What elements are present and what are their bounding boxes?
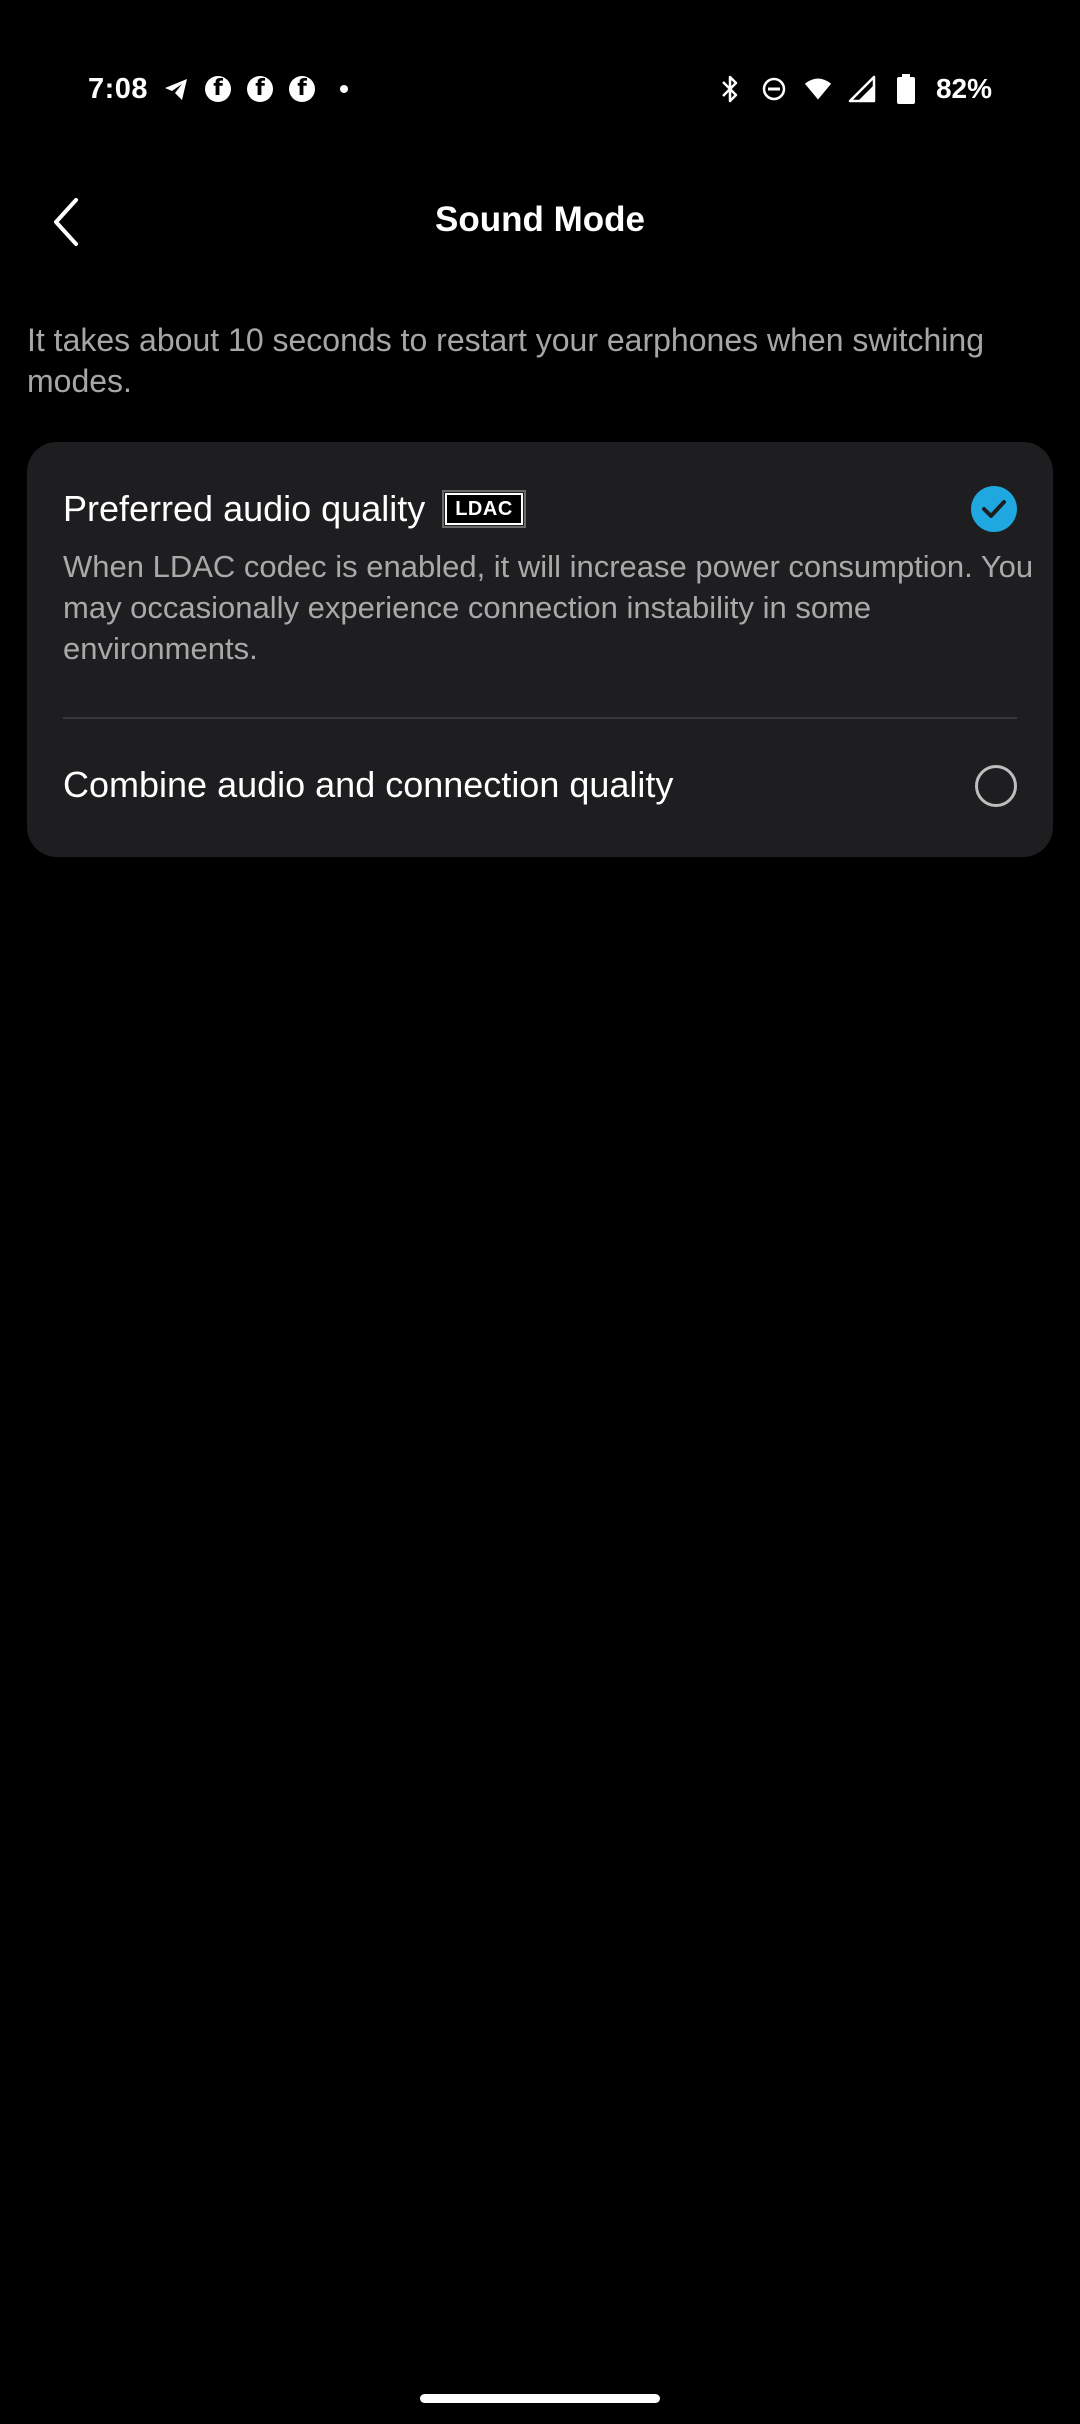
facebook-icon: f [288,75,316,103]
option-title-row: Preferred audio quality LDAC [63,488,526,530]
ldac-badge: LDAC [442,490,526,528]
battery-icon [892,74,920,104]
facebook-icon: f [204,75,232,103]
facebook-icon: f [246,75,274,103]
option-title: Preferred audio quality [63,488,426,529]
sound-mode-options-card: Preferred audio quality LDAC When LDAC c… [27,442,1053,857]
do-not-disturb-icon [760,75,788,103]
header: Sound Mode [0,176,1080,266]
status-time: 7:08 [88,72,149,105]
radio-checked-icon[interactable] [971,486,1017,532]
option-preferred-audio-quality[interactable]: Preferred audio quality LDAC When LDAC c… [27,442,1053,719]
screen: 7:08 f f f 82% Sound Mode It takes about… [0,0,1080,2424]
status-left: 7:08 f f f [88,68,349,110]
option-title: Combine audio and connection quality [63,764,674,805]
telegram-icon [162,75,190,103]
status-right: 82% [716,68,992,110]
option-description: When LDAC codec is enabled, it will incr… [63,549,1034,666]
status-bar: 7:08 f f f 82% [0,0,1080,176]
page-title: Sound Mode [435,200,645,239]
radio-unchecked-icon[interactable] [975,765,1017,807]
checkmark-icon [982,500,1006,518]
dot-icon [340,85,349,93]
bluetooth-icon [716,75,744,103]
wifi-icon [804,75,832,103]
cellular-icon [848,75,876,103]
option-combine-audio-connection[interactable]: Combine audio and connection quality [27,718,1053,857]
info-text: It takes about 10 seconds to restart you… [27,322,984,399]
navigation-gesture-bar[interactable] [420,2394,660,2403]
battery-percent: 82% [935,73,992,104]
